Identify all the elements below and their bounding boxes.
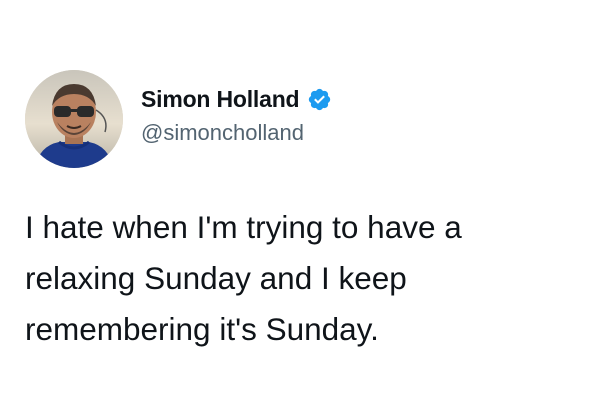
verified-badge-icon [309,88,331,111]
author-handle[interactable]: @simoncholland [141,120,304,146]
tweet-text-line: remembering it's Sunday. [25,311,379,347]
author-avatar[interactable] [25,70,123,168]
tweet-card: Simon Holland @simoncholland I hate when… [0,0,600,418]
avatar-photo [25,70,123,168]
tweet-text-line: relaxing Sunday and I keep [25,260,407,296]
author-display-name[interactable]: Simon Holland [141,86,300,113]
tweet-text-line: I hate when I'm trying to have a [25,209,462,245]
author-name-row: Simon Holland [141,86,332,113]
tweet-text: I hate when I'm trying to have a relaxin… [25,202,585,355]
